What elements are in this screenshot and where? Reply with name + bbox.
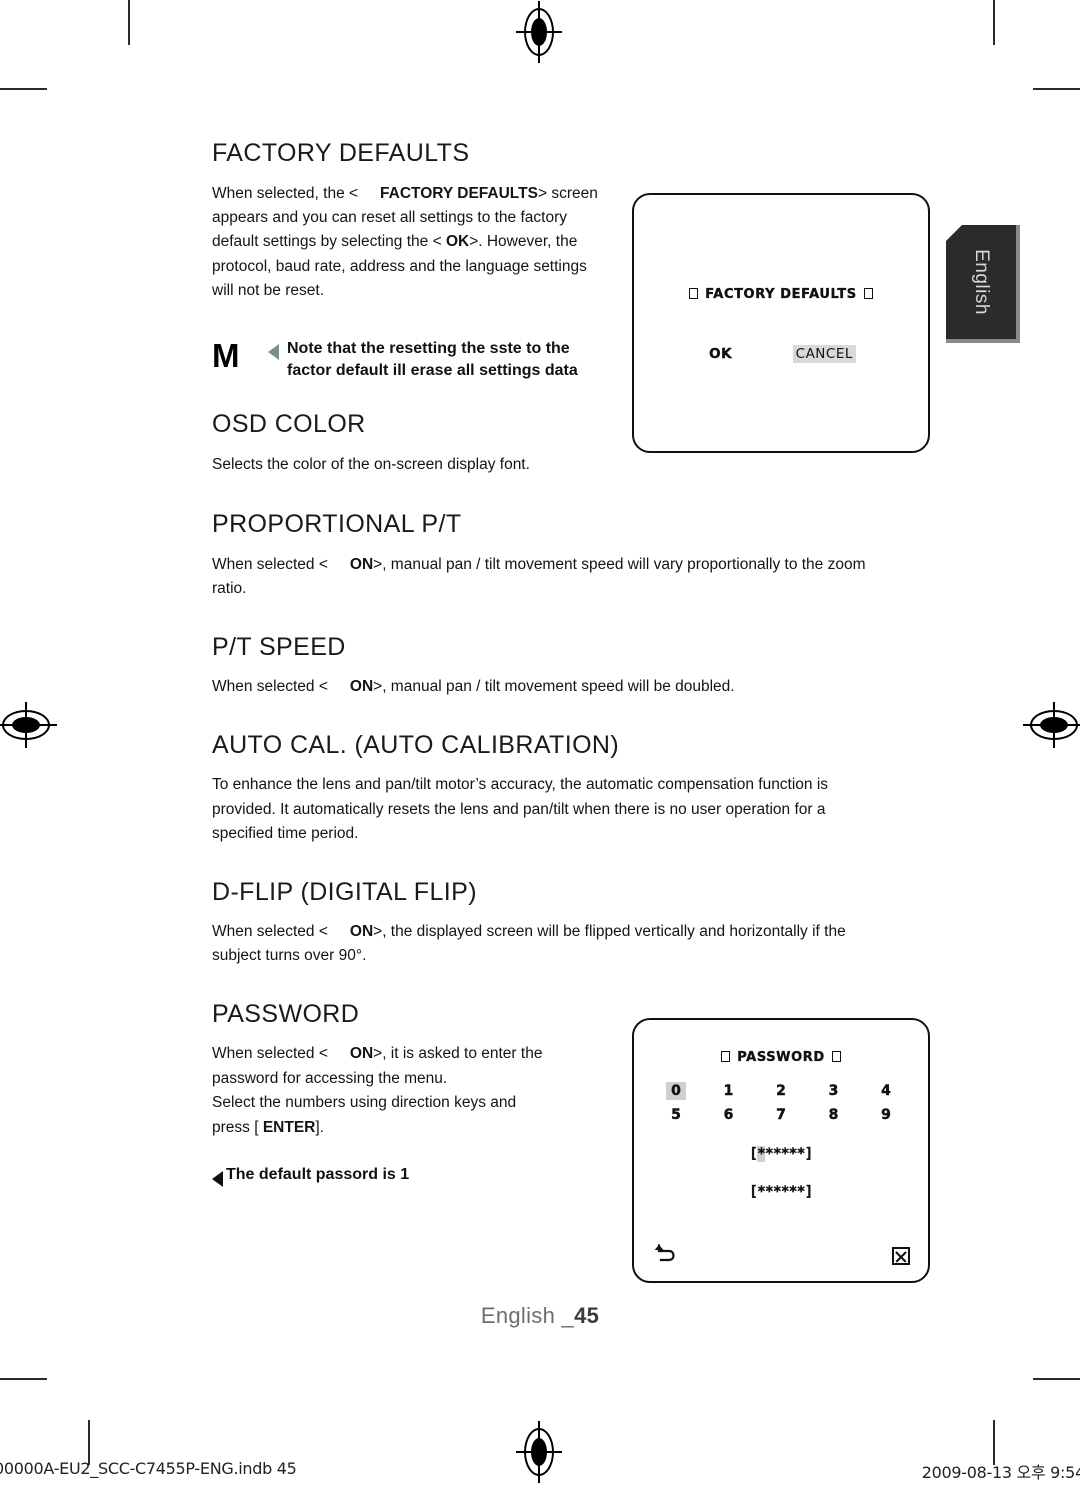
back-arrow-icon[interactable] bbox=[652, 1242, 676, 1269]
note-marker-m: M bbox=[212, 336, 240, 374]
pw-pre: When selected < bbox=[212, 1045, 328, 1063]
pw-bold: ON bbox=[349, 1045, 374, 1063]
digit-key-2[interactable]: 2 bbox=[771, 1082, 791, 1100]
pw-line4-pre: press [ bbox=[212, 1118, 263, 1136]
ppt-pre: When selected < bbox=[212, 555, 328, 573]
footer-page-number: 45 bbox=[574, 1303, 600, 1328]
section-body-factory-defaults: When selected, the < FACTORY DEFAULTS> sc… bbox=[212, 182, 612, 304]
digit-key-5[interactable]: 5 bbox=[666, 1106, 686, 1124]
password-input-field-2[interactable]: [******] bbox=[634, 1184, 928, 1200]
fd-text-ok: OK bbox=[445, 233, 470, 251]
section-auto-cal: AUTO CAL. (AUTO CALIBRATION) To enhance … bbox=[212, 730, 872, 847]
pw1-rest: ***** bbox=[765, 1146, 806, 1162]
digit-key-0[interactable]: 0 bbox=[666, 1082, 686, 1100]
section-title-pt-speed: P/T SPEED bbox=[212, 632, 346, 661]
pw1-cursor-char: * bbox=[757, 1146, 766, 1162]
password-input-field-1[interactable]: [******] bbox=[634, 1146, 928, 1162]
fd-text-5: the < bbox=[406, 233, 446, 251]
osd-digit-row-2: 5 6 7 8 9 bbox=[666, 1106, 896, 1124]
fd-text-1: When selected, the < bbox=[212, 184, 359, 202]
tip-triangle-icon bbox=[212, 1171, 223, 1188]
digit-key-1[interactable]: 1 bbox=[719, 1082, 739, 1100]
section-title-factory-defaults: FACTORY DEFAULTS bbox=[212, 139, 470, 167]
osd-left-arrow-icon[interactable] bbox=[689, 288, 699, 299]
close-x-icon[interactable] bbox=[892, 1247, 910, 1265]
section-body-pt-speed: When selected < ON>, manual pan / tilt mo… bbox=[212, 675, 872, 699]
print-filename-stamp: 00000A-EU2_SCC-C7455P-ENG.indb 45 bbox=[0, 1459, 297, 1478]
dflip-pre: When selected < bbox=[212, 923, 328, 940]
tip-text: The default passord is 1 bbox=[226, 1166, 410, 1184]
fd-text-bold: FACTORY DEFAULTS bbox=[380, 184, 538, 202]
osd-right-arrow-icon[interactable] bbox=[863, 288, 873, 299]
section-proportional-pt: PROPORTIONAL P/T When selected < ON>, man… bbox=[212, 511, 872, 601]
section-title-proportional-pt: PROPORTIONAL P/T bbox=[212, 510, 462, 539]
section-body-proportional-pt: When selected < ON>, manual pan / tilt mo… bbox=[212, 553, 872, 602]
pw-line4-bold: ENTER bbox=[262, 1118, 316, 1136]
print-timestamp-stamp: 2009-08-13 오후 9:54: bbox=[921, 1463, 1080, 1482]
digit-key-8[interactable]: 8 bbox=[824, 1106, 844, 1124]
dflip-bold: ON bbox=[349, 923, 374, 940]
osd-factory-button-row: OK CANCEL bbox=[634, 345, 928, 363]
section-body-d-flip: When selected < ON>, the displayed screen… bbox=[212, 920, 872, 969]
fd-text-8: reset. bbox=[285, 282, 325, 300]
osd-screen-factory-defaults: FACTORY DEFAULTS OK CANCEL bbox=[632, 193, 930, 453]
section-title-auto-cal: AUTO CAL. (AUTO CALIBRATION) bbox=[212, 730, 620, 759]
osd-ok-button[interactable]: OK bbox=[706, 345, 735, 363]
fd-text-2: > bbox=[537, 184, 547, 202]
section-body-password: When selected < ON>, it is asked to enter… bbox=[212, 1042, 612, 1140]
section-body-auto-cal: To enhance the lens and pan/tilt motor’s… bbox=[212, 776, 829, 843]
digit-key-4[interactable]: 4 bbox=[876, 1082, 896, 1100]
language-side-tab: English bbox=[946, 225, 1020, 343]
osd-factory-title-row: FACTORY DEFAULTS bbox=[634, 287, 928, 302]
note-triangle-icon bbox=[268, 343, 279, 360]
note-text: Note that the resetting the sste to the … bbox=[287, 338, 578, 381]
note-line-1: Note that the resetting the sste to the bbox=[287, 339, 570, 357]
pts-pre: When selected < bbox=[212, 678, 328, 696]
section-d-flip: D-FLIP (DIGITAL FLIP) When selected < ON>… bbox=[212, 877, 872, 969]
osd-pw-right-arrow-icon[interactable] bbox=[831, 1051, 841, 1062]
pts-post: >, manual pan / tilt movement speed will… bbox=[373, 678, 735, 696]
osd-pw-left-arrow-icon[interactable] bbox=[721, 1051, 731, 1062]
osd-factory-title: FACTORY DEFAULTS bbox=[705, 287, 857, 302]
pts-bold: ON bbox=[349, 678, 374, 696]
section-title-d-flip: D-FLIP (DIGITAL FLIP) bbox=[212, 877, 477, 906]
section-pt-speed: P/T SPEED When selected < ON>, manual pan… bbox=[212, 632, 872, 700]
manual-page: FACTORY DEFAULTS When selected, the < FAC… bbox=[0, 0, 1080, 1495]
digit-key-3[interactable]: 3 bbox=[824, 1082, 844, 1100]
osd-cancel-button[interactable]: CANCEL bbox=[792, 345, 856, 363]
pw1-bracket-open: [ bbox=[749, 1146, 758, 1162]
pw-line3: Select the numbers using direction keys … bbox=[212, 1094, 517, 1112]
page-footer: English _45 bbox=[0, 1303, 1080, 1329]
ppt-bold: ON bbox=[349, 555, 374, 573]
osd-digit-row-1: 0 1 2 3 4 bbox=[666, 1082, 896, 1100]
digit-key-7[interactable]: 7 bbox=[771, 1106, 791, 1124]
note-line-2: factor default ill erase all settings da… bbox=[287, 361, 578, 379]
pw1-bracket-close: ] bbox=[804, 1146, 814, 1162]
language-side-tab-label: English bbox=[971, 249, 992, 315]
osd-screen-password: PASSWORD 0 1 2 3 4 5 6 7 8 9 [******] [*… bbox=[632, 1018, 930, 1283]
osd-password-title-row: PASSWORD bbox=[634, 1050, 928, 1065]
osd-password-title: PASSWORD bbox=[737, 1050, 825, 1065]
digit-key-6[interactable]: 6 bbox=[719, 1106, 739, 1124]
footer-language-label: English _ bbox=[480, 1303, 575, 1328]
section-body-osd-color: Selects the color of the on-screen displ… bbox=[212, 455, 530, 473]
digit-key-9[interactable]: 9 bbox=[876, 1106, 896, 1124]
pw-line4-post: ]. bbox=[315, 1118, 324, 1136]
